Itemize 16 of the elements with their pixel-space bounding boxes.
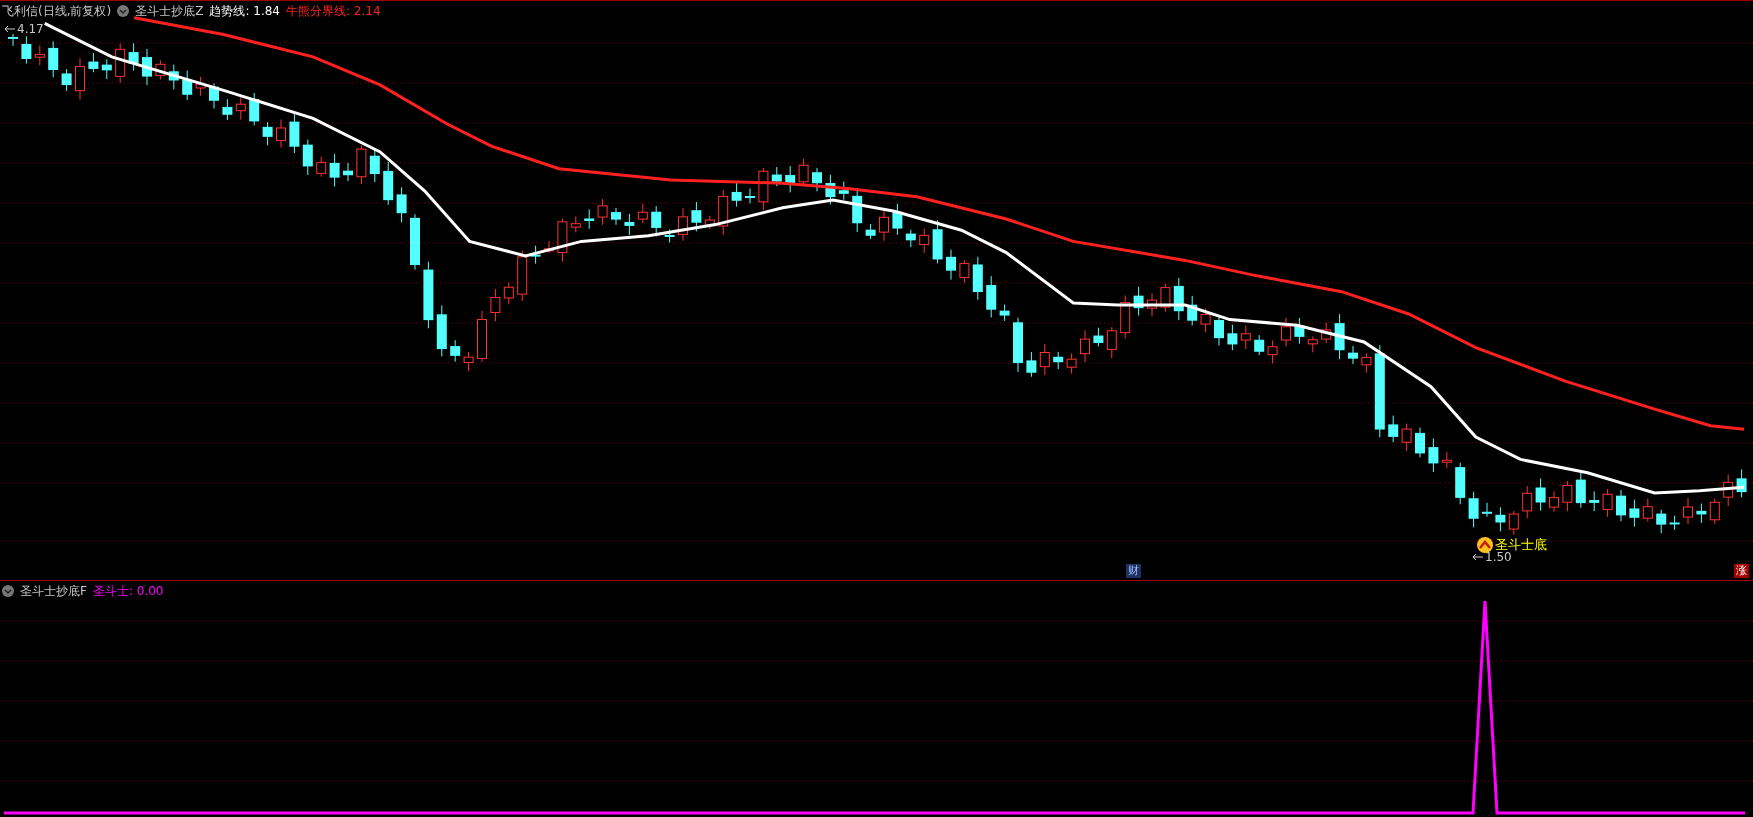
collapse-icon[interactable] [117, 5, 130, 17]
event-marker[interactable]: 财 [1126, 564, 1141, 578]
indicator-name: 圣斗士抄底Z [135, 4, 204, 18]
indicator-value: 圣斗士: 0.00 [92, 584, 164, 598]
signal-label: 圣斗士底 [1495, 536, 1547, 552]
collapse-icon[interactable] [2, 585, 14, 597]
indicator-value: 牛熊分界线: 2.14 [286, 4, 381, 18]
event-marker[interactable]: 涨 [1734, 564, 1749, 578]
signal-icon [1477, 537, 1493, 553]
arrow-icon [4, 25, 16, 33]
arrow-icon [1472, 553, 1484, 561]
indicator-name: 圣斗士抄底F [20, 584, 87, 598]
low-price-label: 1.50 [1485, 550, 1512, 564]
security-name: 飞利信(日线,前复权) [2, 4, 112, 18]
indicator-value: 趋势线: 1.84 [209, 4, 280, 18]
high-price-label: 4.17 [17, 22, 44, 36]
